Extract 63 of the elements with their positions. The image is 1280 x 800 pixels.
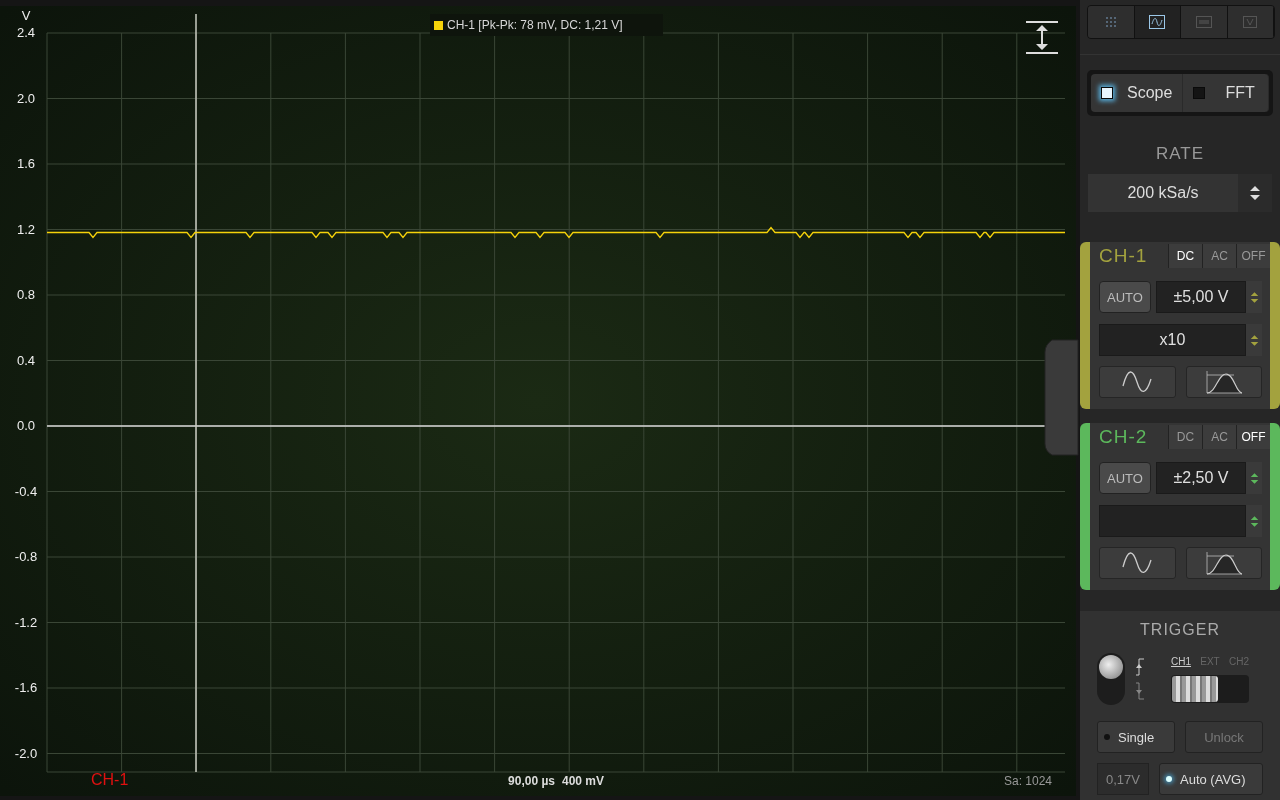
voltmeter-icon xyxy=(1243,16,1258,28)
waveform-icon xyxy=(1149,15,1166,29)
range-field[interactable]: ±2,50 V xyxy=(1156,462,1246,494)
trigger-level-field[interactable]: 0,17V xyxy=(1097,763,1149,795)
trigger-title: TRIGGER xyxy=(1139,621,1221,639)
probe-field[interactable] xyxy=(1099,505,1246,537)
trigger-source-label: CH1 xyxy=(1171,655,1191,667)
channel-label: CH-1 xyxy=(91,771,129,788)
y-axis-label: 1.2 xyxy=(16,221,36,237)
coupling-tab[interactable]: AC xyxy=(1202,244,1236,268)
y-axis-label: 2.0 xyxy=(16,90,36,106)
y-axis-label: 0.4 xyxy=(16,352,36,368)
rate-label: RATE xyxy=(1154,144,1206,164)
view-tab[interactable] xyxy=(1134,6,1181,38)
waveform-button[interactable] xyxy=(1099,366,1176,398)
probe-field[interactable]: x10 xyxy=(1099,324,1246,356)
y-axis-label: 0.0 xyxy=(16,418,36,433)
auto-button[interactable]: AUTO xyxy=(1099,281,1151,313)
y-axis-label: -2.0 xyxy=(14,745,38,761)
y-axis-unit: V xyxy=(21,8,31,23)
coupling-tab[interactable]: DC xyxy=(1168,244,1202,268)
filter-button[interactable] xyxy=(1185,547,1262,579)
channel-name: CH-1 xyxy=(1099,245,1149,267)
y-axis-label: 0.8 xyxy=(16,287,36,302)
filter-button[interactable] xyxy=(1185,366,1262,398)
auto-avg-button[interactable]: Auto (AVG) xyxy=(1159,763,1263,795)
up-down-arrows-icon xyxy=(1249,471,1259,485)
coupling-tab[interactable]: OFF xyxy=(1236,425,1270,449)
grid-icon xyxy=(1104,16,1117,28)
timebase-label: 90,00 µs xyxy=(508,774,555,788)
volts-per-div-label: 400 mV xyxy=(562,774,605,788)
up-down-arrows-icon xyxy=(1249,185,1261,201)
sine-wave-icon xyxy=(1122,552,1153,574)
edge-toggle[interactable] xyxy=(1097,653,1125,705)
up-down-arrows-icon xyxy=(1249,333,1259,347)
y-axis-label: 1.6 xyxy=(16,156,36,171)
y-axis-label: -1.2 xyxy=(14,614,38,630)
legend-label: CH-1 [Pk-Pk: 78 mV, DC: 1,21 V] xyxy=(447,18,623,32)
y-axis-label: 2.4 xyxy=(16,25,36,40)
range-field[interactable]: ±5,00 V xyxy=(1156,281,1246,313)
source-slider-thumb[interactable] xyxy=(1172,675,1218,702)
sine-wave-icon xyxy=(1122,371,1153,393)
vertical-zoom-icon[interactable] xyxy=(1025,21,1059,54)
panel-handle[interactable] xyxy=(1044,339,1079,456)
channel-name: CH-2 xyxy=(1099,426,1149,448)
y-axis-label: -0.8 xyxy=(14,549,38,564)
up-down-arrows-icon xyxy=(1249,290,1259,304)
auto-button[interactable]: AUTO xyxy=(1099,462,1151,494)
coupling-tab[interactable]: OFF xyxy=(1236,244,1270,268)
filter-curve-icon xyxy=(1203,551,1244,575)
y-axis-label: -1.6 xyxy=(14,680,38,695)
mode-button[interactable]: FFT xyxy=(1183,74,1269,112)
display-icon xyxy=(1195,16,1212,28)
filter-curve-icon xyxy=(1203,370,1244,394)
single-button[interactable]: Single xyxy=(1097,721,1175,753)
sample-count: Sa: 1024 xyxy=(1003,774,1052,788)
up-down-arrows-icon xyxy=(1249,514,1259,528)
mode-button[interactable]: Scope xyxy=(1091,74,1184,112)
y-axis-label: -0.4 xyxy=(14,483,38,499)
coupling-tab[interactable]: AC xyxy=(1202,425,1236,449)
coupling-tab[interactable]: DC xyxy=(1168,425,1202,449)
rate-spinner[interactable] xyxy=(1238,174,1272,212)
waveform-button[interactable] xyxy=(1099,547,1176,579)
